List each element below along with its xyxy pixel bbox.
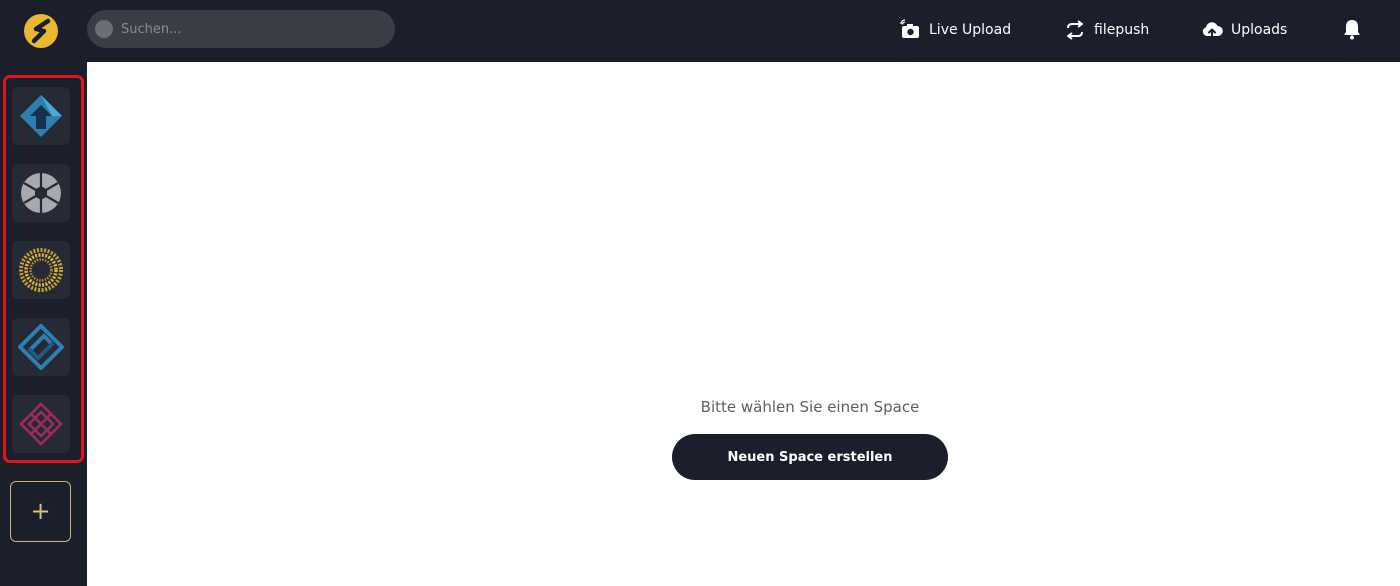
space-sidebar: + bbox=[0, 62, 87, 586]
app-window: Live Upload filepush Uploads bbox=[0, 0, 1400, 586]
add-space-button[interactable]: + bbox=[10, 481, 71, 542]
blue-interlocked-diamond-icon bbox=[18, 324, 64, 370]
space-tile-1[interactable] bbox=[12, 87, 70, 145]
cloud-upload-icon bbox=[1202, 22, 1223, 38]
logo-icon[interactable] bbox=[22, 12, 60, 50]
gold-dotted-sun-icon bbox=[19, 248, 63, 292]
blue-arrow-diamond-icon bbox=[20, 95, 62, 137]
live-upload-label: Live Upload bbox=[929, 22, 1012, 38]
filepush-link[interactable]: filepush bbox=[1064, 18, 1149, 42]
bell-icon[interactable] bbox=[1340, 17, 1364, 41]
search-input[interactable] bbox=[121, 10, 383, 48]
sync-arrows-icon bbox=[1067, 20, 1083, 40]
uploads-link[interactable]: Uploads bbox=[1201, 18, 1287, 42]
magenta-diamond-grid-icon bbox=[19, 402, 63, 446]
select-space-prompt: Bitte wählen Sie einen Space bbox=[700, 398, 920, 416]
uploads-label: Uploads bbox=[1231, 22, 1288, 38]
space-tile-3[interactable] bbox=[12, 241, 70, 299]
live-upload-link[interactable]: Live Upload bbox=[899, 18, 1011, 42]
search-icon bbox=[95, 20, 113, 38]
main-content: Bitte wählen Sie einen Space Neuen Space… bbox=[87, 62, 1400, 586]
search-box[interactable] bbox=[87, 10, 395, 48]
top-bar: Live Upload filepush Uploads bbox=[0, 0, 1400, 62]
gray-aperture-icon bbox=[21, 173, 61, 213]
create-space-button[interactable]: Neuen Space erstellen bbox=[672, 434, 948, 480]
space-tile-5[interactable] bbox=[12, 395, 70, 453]
space-tile-4[interactable] bbox=[12, 318, 70, 376]
filepush-label: filepush bbox=[1094, 22, 1150, 38]
camera-icon bbox=[900, 19, 919, 38]
space-tile-2[interactable] bbox=[12, 164, 70, 222]
